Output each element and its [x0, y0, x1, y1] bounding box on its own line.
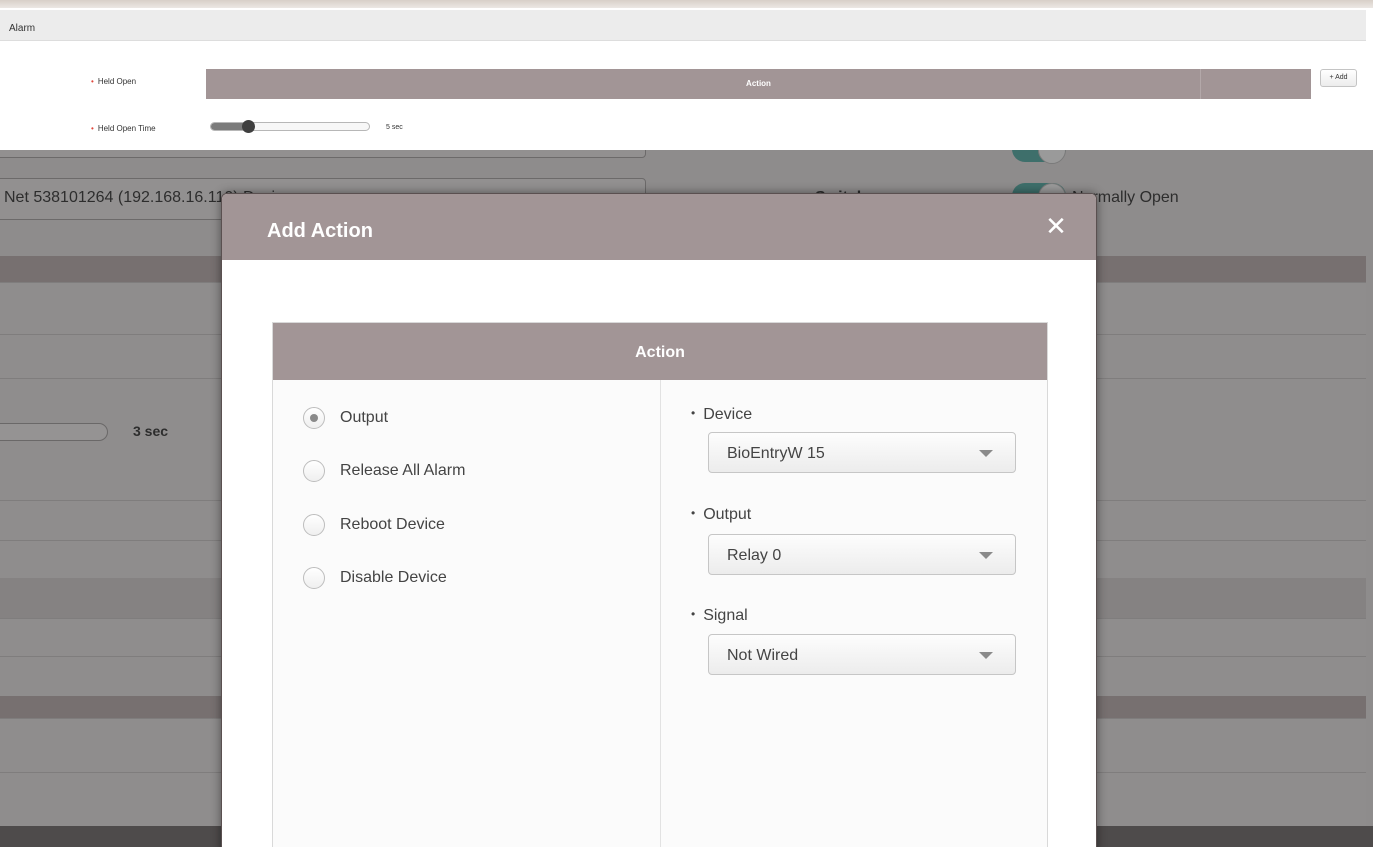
required-bullet: • — [91, 124, 94, 133]
held-open-label-text: Held Open — [97, 77, 137, 86]
bullet: • — [691, 406, 696, 420]
dialog-header: Add Action ✕ — [222, 194, 1096, 260]
radio-disable-device-label: Disable Device — [340, 569, 447, 586]
output-select-value: Relay 0 — [727, 547, 782, 564]
device-field-label: • Device — [691, 406, 752, 424]
top-border — [0, 0, 1373, 8]
action-panel: Action Output Release All Alarm Reboot D… — [272, 322, 1048, 847]
chevron-down-icon — [979, 652, 993, 659]
alarm-section-title: Alarm — [0, 10, 1366, 41]
action-panel-header: Action — [273, 323, 1047, 380]
column-divider — [1200, 69, 1201, 99]
chevron-down-icon — [979, 552, 993, 559]
output-field-label: • Output — [691, 506, 751, 524]
output-field-label-text: Output — [703, 506, 752, 523]
radio-button[interactable] — [303, 567, 325, 589]
held-open-time-label: • Held Open Time — [91, 124, 156, 133]
dialog-title: Add Action — [267, 220, 373, 242]
held-open-time-label-text: Held Open Time — [97, 124, 156, 133]
held-open-label: • Held Open — [91, 77, 136, 86]
radio-reboot-device-label: Reboot Device — [340, 516, 445, 533]
add-action-dialog: Add Action ✕ Action Output Release All A… — [221, 193, 1097, 847]
signal-select[interactable]: Not Wired — [708, 634, 1016, 675]
close-icon[interactable]: ✕ — [1040, 210, 1072, 242]
held-open-time-slider[interactable] — [210, 120, 370, 133]
add-action-button[interactable]: + Add — [1320, 69, 1357, 87]
action-column-header: Action — [206, 69, 1311, 99]
radio-button-checked[interactable] — [303, 407, 325, 429]
bullet: • — [691, 607, 696, 621]
device-field-label-text: Device — [703, 406, 753, 423]
background-slider-value: 3 sec — [133, 423, 169, 439]
radio-release-all-alarm-label: Release All Alarm — [340, 462, 466, 479]
radio-release-all-alarm[interactable]: Release All Alarm — [303, 459, 465, 483]
signal-field-label: • Signal — [691, 607, 748, 625]
radio-button[interactable] — [303, 460, 325, 482]
signal-field-label-text: Signal — [703, 607, 748, 624]
slider-handle[interactable] — [242, 120, 255, 133]
radio-output[interactable]: Output — [303, 406, 388, 430]
device-select[interactable]: BioEntryW 15 — [708, 432, 1016, 473]
background-slider — [0, 423, 108, 441]
required-bullet: • — [91, 77, 94, 86]
radio-button[interactable] — [303, 514, 325, 536]
output-select[interactable]: Relay 0 — [708, 534, 1016, 575]
action-column-header-text: Action — [746, 79, 771, 88]
held-open-time-value: 5 sec — [386, 124, 403, 131]
radio-reboot-device[interactable]: Reboot Device — [303, 513, 445, 537]
radio-disable-device[interactable]: Disable Device — [303, 566, 447, 590]
alarm-section: Alarm • Held Open Action + Add • Held Open… — [0, 0, 1373, 150]
signal-select-value: Not Wired — [727, 647, 799, 664]
device-select-value: BioEntryW 15 — [727, 445, 825, 462]
panel-divider — [660, 380, 661, 847]
radio-output-label: Output — [340, 409, 389, 426]
chevron-down-icon — [979, 450, 993, 457]
bullet: • — [691, 506, 696, 520]
